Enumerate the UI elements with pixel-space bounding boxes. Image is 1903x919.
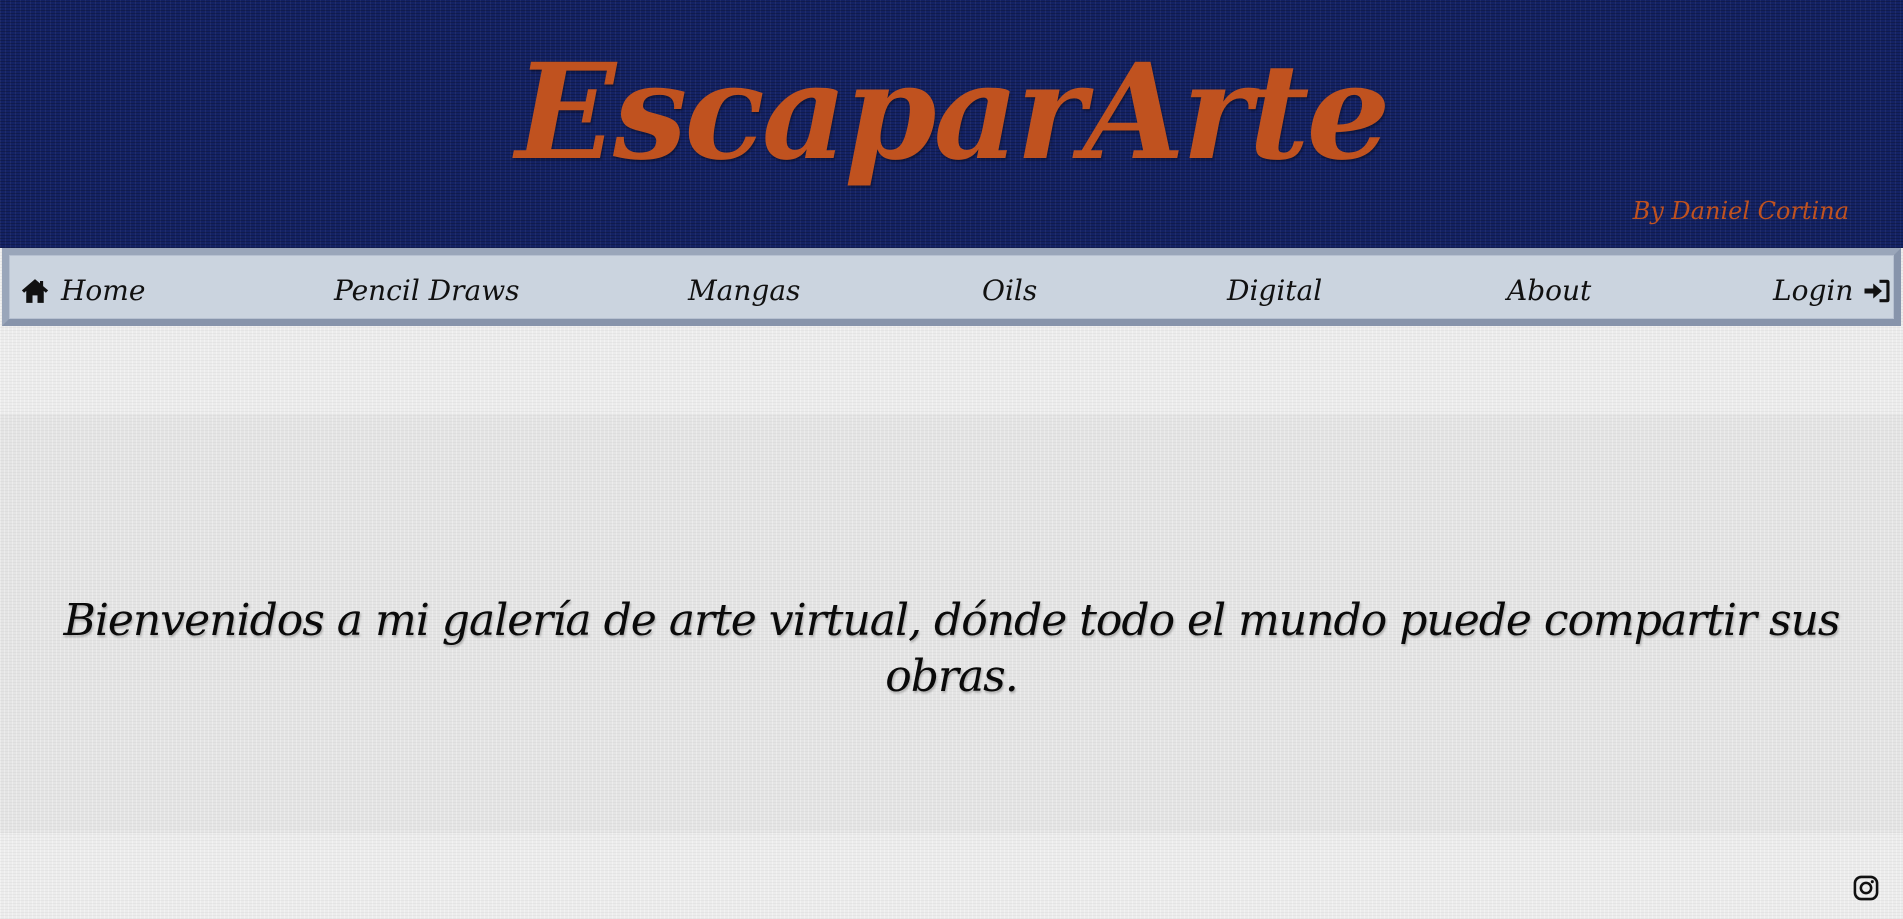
nav-label-oils: Oils [982, 274, 1038, 307]
nav-item-login[interactable]: Login [1773, 271, 1892, 311]
nav-label-home: Home [61, 274, 146, 307]
site-title: EscaparArte [515, 35, 1390, 190]
nav-item-home[interactable]: Home [20, 271, 145, 311]
nav-item-mangas[interactable]: Mangas [688, 271, 800, 311]
main-navigation: Home Pencil Draws Mangas Oils Digital Ab… [2, 248, 1901, 326]
nav-item-about[interactable]: About [1507, 271, 1591, 311]
nav-label-mangas: Mangas [688, 274, 801, 307]
home-icon [21, 279, 49, 303]
site-header: EscaparArte By Daniel Cortina [0, 0, 1903, 248]
sign-in-icon [1864, 279, 1890, 303]
author-byline: By Daniel Cortina [1632, 197, 1849, 225]
nav-item-oils[interactable]: Oils [982, 271, 1037, 311]
nav-item-digital[interactable]: Digital [1227, 271, 1322, 311]
welcome-message: Bienvenidos a mi galería de arte virtual… [63, 595, 1840, 702]
nav-label-about: About [1507, 274, 1592, 307]
nav-item-pencil-draws[interactable]: Pencil Draws [334, 271, 520, 311]
nav-label-digital: Digital [1227, 274, 1323, 307]
welcome-section: Bienvenidos a mi galería de arte virtual… [0, 415, 1903, 833]
instagram-icon[interactable] [1852, 874, 1880, 902]
nav-label-login: Login [1773, 274, 1854, 307]
nav-label-pencil-draws: Pencil Draws [334, 274, 520, 307]
